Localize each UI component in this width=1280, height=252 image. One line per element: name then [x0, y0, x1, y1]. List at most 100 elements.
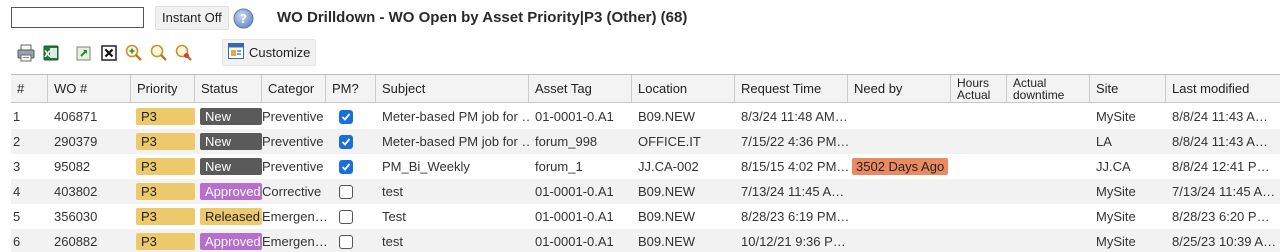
customize-icon	[227, 42, 245, 63]
col-header-hours-actual[interactable]: Hours Actual	[951, 75, 1007, 103]
table-row[interactable]: 1 406871 P3 New Preventive Meter-based P…	[11, 104, 1280, 129]
table-row[interactable]: 6 260882 P3 Approved Emergen… test 01-00…	[11, 229, 1280, 252]
subject-cell: PM_Bi_Weekly	[382, 159, 470, 174]
priority-cell: P3	[131, 129, 195, 154]
category-cell: Preventive	[262, 109, 324, 124]
table-row[interactable]: 2 290379 P3 New Preventive Meter-based P…	[11, 129, 1280, 154]
location-cell: B09.NEW	[638, 209, 696, 224]
asset-tag-cell: 01-0001-0.A1	[535, 209, 614, 224]
col-header-pm[interactable]: PM?	[326, 75, 376, 103]
last-modified-cell: 8/25/23 10:39 A…	[1172, 234, 1277, 249]
table-row[interactable]: 4 403802 P3 Approved Corrective test 01-…	[11, 179, 1280, 204]
location-cell: B09.NEW	[638, 234, 696, 249]
priority-badge: P3	[136, 233, 195, 250]
col-header-subject[interactable]: Subject	[376, 75, 529, 103]
wo-number[interactable]: 406871	[48, 104, 131, 129]
site-cell: MySite	[1096, 209, 1136, 224]
category-cell: Corrective	[262, 184, 322, 199]
wo-number[interactable]: 95082	[48, 154, 131, 179]
instant-toggle-button[interactable]: Instant Off	[155, 6, 229, 30]
site-cell: JJ.CA	[1096, 159, 1131, 174]
category-cell: Preventive	[262, 134, 324, 149]
actual-downtime-cell	[1007, 179, 1090, 204]
instant-search-input[interactable]	[11, 7, 144, 28]
subject-cell: Test	[382, 209, 406, 224]
col-header-request-time[interactable]: Request Time	[735, 75, 848, 103]
asset-tag-cell: forum_1	[535, 159, 583, 174]
need-by-cell	[848, 179, 951, 204]
pm-cell	[326, 229, 376, 252]
work-order-grid: # WO # Priority Status Categor PM? Subje…	[11, 74, 1280, 252]
actual-downtime-cell	[1007, 154, 1090, 179]
priority-cell: P3	[131, 154, 195, 179]
toolbar: X	[14, 40, 197, 66]
col-header-need-by[interactable]: Need by	[848, 75, 951, 103]
subject-cell: test	[382, 184, 403, 199]
row-number: 5	[13, 209, 21, 224]
site-cell: LA	[1096, 134, 1112, 149]
col-header-site[interactable]: Site	[1090, 75, 1166, 103]
asset-tag-cell: 01-0001-0.A1	[535, 234, 614, 249]
location-cell: B09.NEW	[638, 184, 696, 199]
col-header-row-number[interactable]: #	[11, 75, 48, 103]
table-row[interactable]: 5 356030 P3 Released Emergen… Test 01-00…	[11, 204, 1280, 229]
wo-number[interactable]: 403802	[48, 179, 131, 204]
col-header-asset-tag[interactable]: Asset Tag	[529, 75, 632, 103]
actual-downtime-cell	[1007, 104, 1090, 129]
location-cell: B09.NEW	[638, 109, 696, 124]
wo-number[interactable]: 356030	[48, 204, 131, 229]
customize-button[interactable]: Customize	[222, 39, 317, 66]
col-header-actual-downtime[interactable]: Actual downtime	[1007, 75, 1090, 103]
pm-cell	[326, 179, 376, 204]
status-cell: New	[195, 104, 262, 129]
zoom-out-icon[interactable]	[172, 41, 196, 65]
help-icon[interactable]: ?	[233, 8, 254, 29]
excel-export-icon[interactable]: X	[39, 41, 63, 65]
col-header-category[interactable]: Categor	[262, 75, 326, 103]
hours-actual-cell	[951, 154, 1007, 179]
priority-badge: P3	[136, 208, 195, 225]
site-cell: MySite	[1096, 234, 1136, 249]
need-by-cell	[848, 204, 951, 229]
priority-badge: P3	[136, 133, 195, 150]
col-header-status[interactable]: Status	[195, 75, 262, 103]
request-time-cell: 8/3/24 11:48 AM…	[741, 109, 848, 124]
need-by-cell	[848, 229, 951, 252]
search-icon[interactable]	[147, 41, 171, 65]
pm-checkbox[interactable]	[339, 159, 353, 174]
pm-checkbox[interactable]	[339, 134, 353, 149]
pm-checkbox[interactable]	[339, 209, 353, 224]
print-icon[interactable]	[14, 41, 38, 65]
row-number: 3	[13, 159, 21, 174]
status-badge: Approved	[200, 183, 262, 200]
row-number: 4	[13, 184, 21, 199]
wo-number[interactable]: 290379	[48, 129, 131, 154]
status-cell: Approved	[195, 179, 262, 204]
last-modified-cell: 8/28/23 6:20 P…	[1172, 209, 1270, 224]
col-header-last-modified[interactable]: Last modified	[1166, 75, 1280, 103]
customize-label: Customize	[249, 45, 311, 60]
pm-checkbox[interactable]	[339, 109, 353, 124]
actual-downtime-cell	[1007, 129, 1090, 154]
actual-downtime-cell	[1007, 204, 1090, 229]
col-header-wo-number[interactable]: WO #	[48, 75, 131, 103]
hours-actual-cell	[951, 104, 1007, 129]
wo-number[interactable]: 260882	[48, 229, 131, 252]
asset-tag-cell: 01-0001-0.A1	[535, 184, 614, 199]
refresh-icon[interactable]	[72, 41, 96, 65]
pm-checkbox[interactable]	[339, 234, 353, 249]
last-modified-cell: 8/8/24 11:43 A…	[1172, 109, 1268, 124]
col-header-location[interactable]: Location	[632, 75, 735, 103]
table-row[interactable]: 3 95082 P3 New Preventive PM_Bi_Weekly f…	[11, 154, 1280, 179]
pm-cell	[326, 129, 376, 154]
priority-cell: P3	[131, 104, 195, 129]
last-modified-cell: 8/8/24 11:43 A…	[1172, 134, 1268, 149]
col-header-priority[interactable]: Priority	[131, 75, 195, 103]
zoom-in-icon[interactable]	[122, 41, 146, 65]
row-number: 6	[13, 234, 21, 249]
svg-text:?: ?	[240, 12, 247, 26]
clear-filter-icon[interactable]	[97, 41, 121, 65]
pm-checkbox[interactable]	[339, 184, 353, 199]
hours-actual-cell	[951, 204, 1007, 229]
hours-actual-cell	[951, 179, 1007, 204]
